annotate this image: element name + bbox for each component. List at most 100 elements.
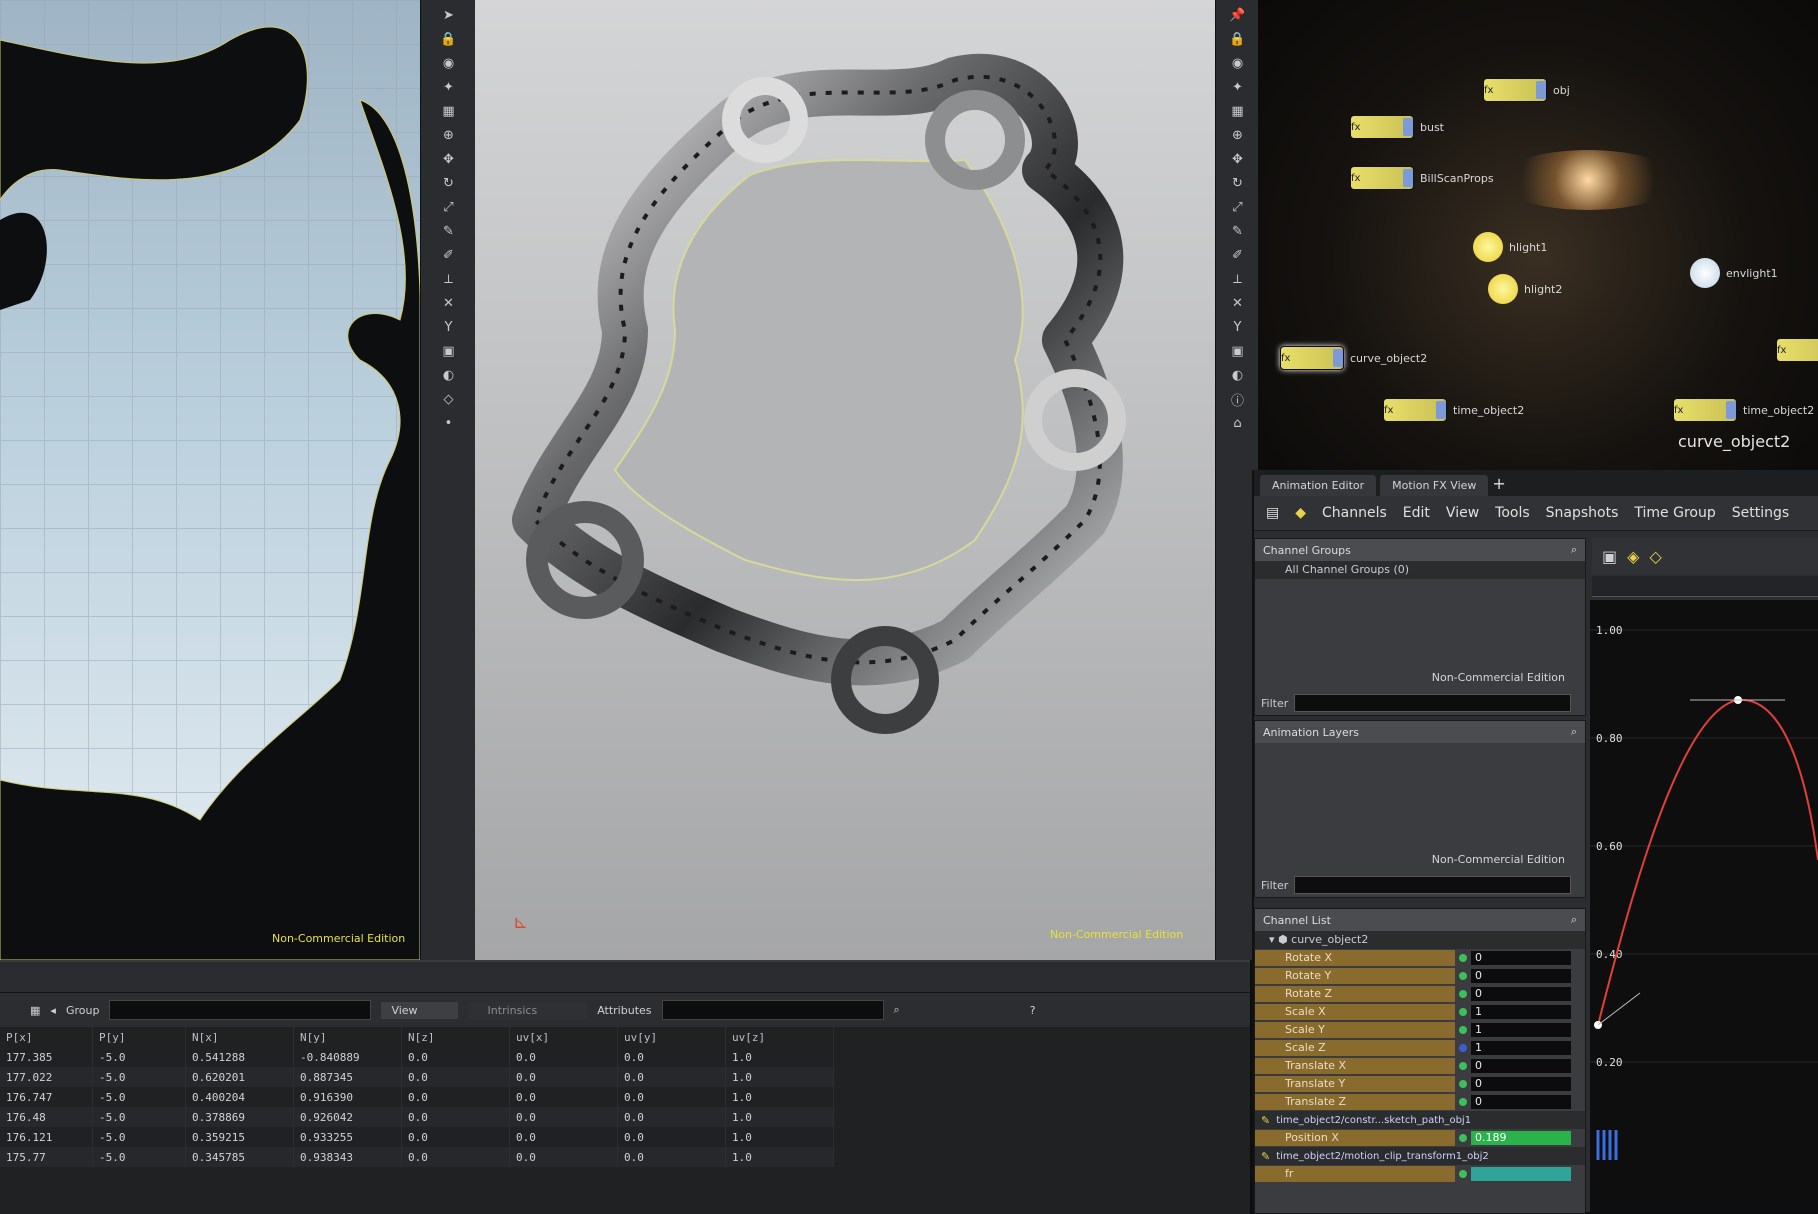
y-axis-icon[interactable]: Y [440,318,458,336]
wireframe-icon[interactable]: ◇ [440,390,458,408]
table-row[interactable]: 175.77 -5.0 0.345785 0.938343 0.0 0.0 0.0 1.0 [0,1147,834,1167]
channel-value[interactable]: 0 [1471,1077,1571,1091]
time-ruler[interactable] [1592,576,1818,597]
view-dropdown[interactable]: View [381,1001,458,1019]
extra-row[interactable]: fr [1255,1165,1585,1183]
all-channel-groups-item[interactable]: All Channel Groups (0) [1255,561,1585,579]
channel-row[interactable]: Rotate Z 0 [1255,985,1585,1003]
home-icon[interactable]: ⌂ [1229,414,1247,432]
select-tool-icon[interactable]: ➤ [440,6,458,24]
channel-value[interactable]: 0 [1471,951,1571,965]
display-icon[interactable]: ▣ [1229,342,1247,360]
column-header[interactable]: uv[z] [725,1027,834,1047]
menu-channels[interactable]: Channels [1322,505,1387,521]
node-partial[interactable]: fx [1776,338,1818,362]
pin-icon[interactable]: 📌 [1229,6,1247,24]
intrinsics-dropdown[interactable]: Intrinsics [467,1001,588,1019]
layout-icon[interactable]: ▤ [1266,505,1279,521]
search-icon[interactable]: ⌕ [1571,543,1577,557]
menu-tools[interactable]: Tools [1495,505,1530,521]
filter-input[interactable] [1294,876,1571,894]
column-header[interactable]: P[y] [92,1027,186,1047]
brush-icon[interactable]: ✐ [1229,246,1247,264]
display-icon[interactable]: ▣ [440,342,458,360]
grid-icon[interactable]: ▦ [440,102,458,120]
column-header[interactable]: uv[x] [509,1027,618,1047]
table-row[interactable]: 176.747 -5.0 0.400204 0.916390 0.0 0.0 0.0 1.0 [0,1087,834,1107]
rotate-icon[interactable]: ↻ [440,174,458,192]
brush-icon[interactable]: ✐ [440,246,458,264]
menu-edit[interactable]: Edit [1403,505,1430,521]
scale-icon[interactable]: ⤢ [440,198,458,216]
pen-icon[interactable]: ✎ [1229,222,1247,240]
channel-row[interactable]: Scale X 1 [1255,1003,1585,1021]
channel-root[interactable]: ▾ ⬢ curve_object2 [1255,931,1585,949]
scale-icon[interactable]: ⤢ [1229,198,1247,216]
tab-animation-editor[interactable]: Animation Editor [1260,475,1377,496]
x-ray-icon[interactable]: ✕ [1229,294,1247,312]
node-curve-object2[interactable]: fx curve_object2 [1280,346,1427,370]
channel-row[interactable]: Scale Z 1 [1255,1039,1585,1057]
points-icon[interactable]: ▦ [30,1004,40,1017]
sub-path-row[interactable]: ✎ time_object2/constr...sketch_path_obj1 [1255,1111,1585,1129]
pen-icon[interactable]: ✎ [440,222,458,240]
keyframe-icon[interactable]: ◆ [1295,505,1306,521]
column-header[interactable]: P[x] [0,1027,93,1047]
center-viewport[interactable]: ⊾ Non-Commercial Edition [475,0,1215,960]
channel-value[interactable]: 0 [1471,969,1571,983]
channel-value[interactable]: 1 [1471,1023,1571,1037]
shading-icon[interactable]: ◐ [1229,366,1247,384]
add-tab-icon[interactable]: + [1492,474,1505,496]
shading-icon[interactable]: ◐ [440,366,458,384]
info-icon[interactable]: ⓘ [1229,390,1247,409]
attributes-input[interactable] [661,1000,884,1020]
menu-time-group[interactable]: Time Group [1634,505,1715,521]
node-billscanprops[interactable]: fx BillScanProps [1350,166,1494,190]
network-editor[interactable]: fx obj fx bust fx BillScanProps hlight1 … [1258,0,1818,470]
light-icon[interactable]: ✦ [440,78,458,96]
search-icon[interactable]: ⌕ [894,1003,900,1017]
menu-view[interactable]: View [1446,505,1479,521]
curve-graph[interactable]: 1.00 0.80 0.60 0.40 0.20 [1590,600,1818,1212]
channel-row[interactable]: Translate X 0 [1255,1057,1585,1075]
channel-value[interactable]: 0.189 [1471,1131,1571,1145]
y-axis-icon[interactable]: Y [1229,318,1247,336]
snap-icon[interactable]: ⊕ [1229,126,1247,144]
channel-row[interactable]: Scale Y 1 [1255,1021,1585,1039]
position-row[interactable]: Position X 0.189 [1255,1129,1585,1147]
camera-icon[interactable]: ◉ [440,54,458,72]
nav-icon[interactable]: ◂ [50,1004,56,1017]
light-icon[interactable]: ✦ [1229,78,1247,96]
table-row[interactable]: 177.022 -5.0 0.620201 0.887345 0.0 0.0 0.0 1.0 [0,1067,834,1087]
channel-row[interactable]: Translate Z 0 [1255,1093,1585,1111]
channel-value[interactable]: 0 [1471,987,1571,1001]
channel-value[interactable] [1471,1167,1571,1181]
filter-input[interactable] [1294,694,1571,712]
channel-value[interactable]: 0 [1471,1059,1571,1073]
table-row[interactable]: 176.48 -5.0 0.378869 0.926042 0.0 0.0 0.0 1.0 [0,1107,834,1127]
channel-row[interactable]: Rotate Y 0 [1255,967,1585,985]
help-icon[interactable]: ? [1030,1004,1036,1017]
node-time-object2-b[interactable]: fx time_object2 [1673,398,1814,422]
snap-icon[interactable]: ⊕ [440,126,458,144]
grid-icon[interactable]: ▦ [1229,102,1247,120]
animation-curve[interactable] [1597,698,1818,1026]
key-mode-icon[interactable]: ◈ [1627,547,1639,566]
channel-value[interactable]: 1 [1471,1005,1571,1019]
search-icon[interactable]: ⌕ [1571,913,1577,927]
column-header[interactable]: N[y] [293,1027,402,1047]
view-icon[interactable]: ▣ [1602,547,1617,566]
node-time-object2[interactable]: fx time_object2 [1383,398,1524,422]
column-header[interactable]: N[z] [401,1027,510,1047]
left-viewport[interactable]: Non-Commercial Edition [0,0,420,960]
channel-row[interactable]: Translate Y 0 [1255,1075,1585,1093]
axis-icon[interactable]: ⟂ [440,270,458,288]
node-envlight1[interactable]: envlight1 [1690,258,1778,288]
channel-row[interactable]: Rotate X 0 [1255,949,1585,967]
lock-icon[interactable]: 🔒 [1229,30,1247,48]
tab-motion-fx-view[interactable]: Motion FX View [1380,475,1489,496]
column-header[interactable]: uv[y] [617,1027,726,1047]
point-icon[interactable]: • [440,414,458,432]
table-row[interactable]: 176.121 -5.0 0.359215 0.933255 0.0 0.0 0.0 1.0 [0,1127,834,1147]
menu-snapshots[interactable]: Snapshots [1546,505,1619,521]
